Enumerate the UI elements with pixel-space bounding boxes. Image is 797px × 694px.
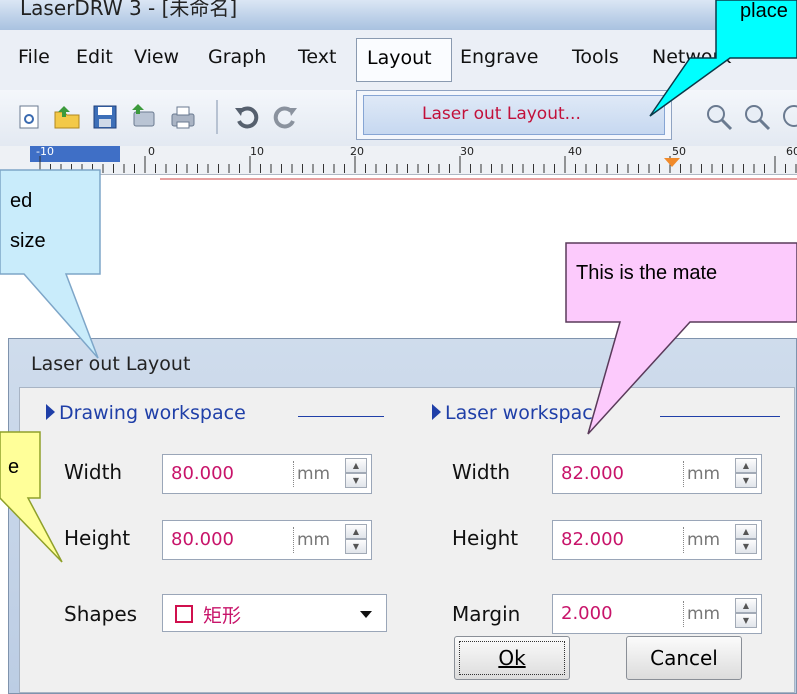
callout-blue-text-2: size	[10, 230, 46, 252]
callout-yellow-text: e	[8, 456, 20, 478]
callout-top-right-text: place	[740, 0, 788, 22]
callout-shapes	[0, 0, 797, 563]
callout-yellow	[0, 431, 63, 563]
callout-blue-text-1: ed	[10, 190, 33, 212]
callout-pink-text: This is the mate	[576, 262, 718, 284]
